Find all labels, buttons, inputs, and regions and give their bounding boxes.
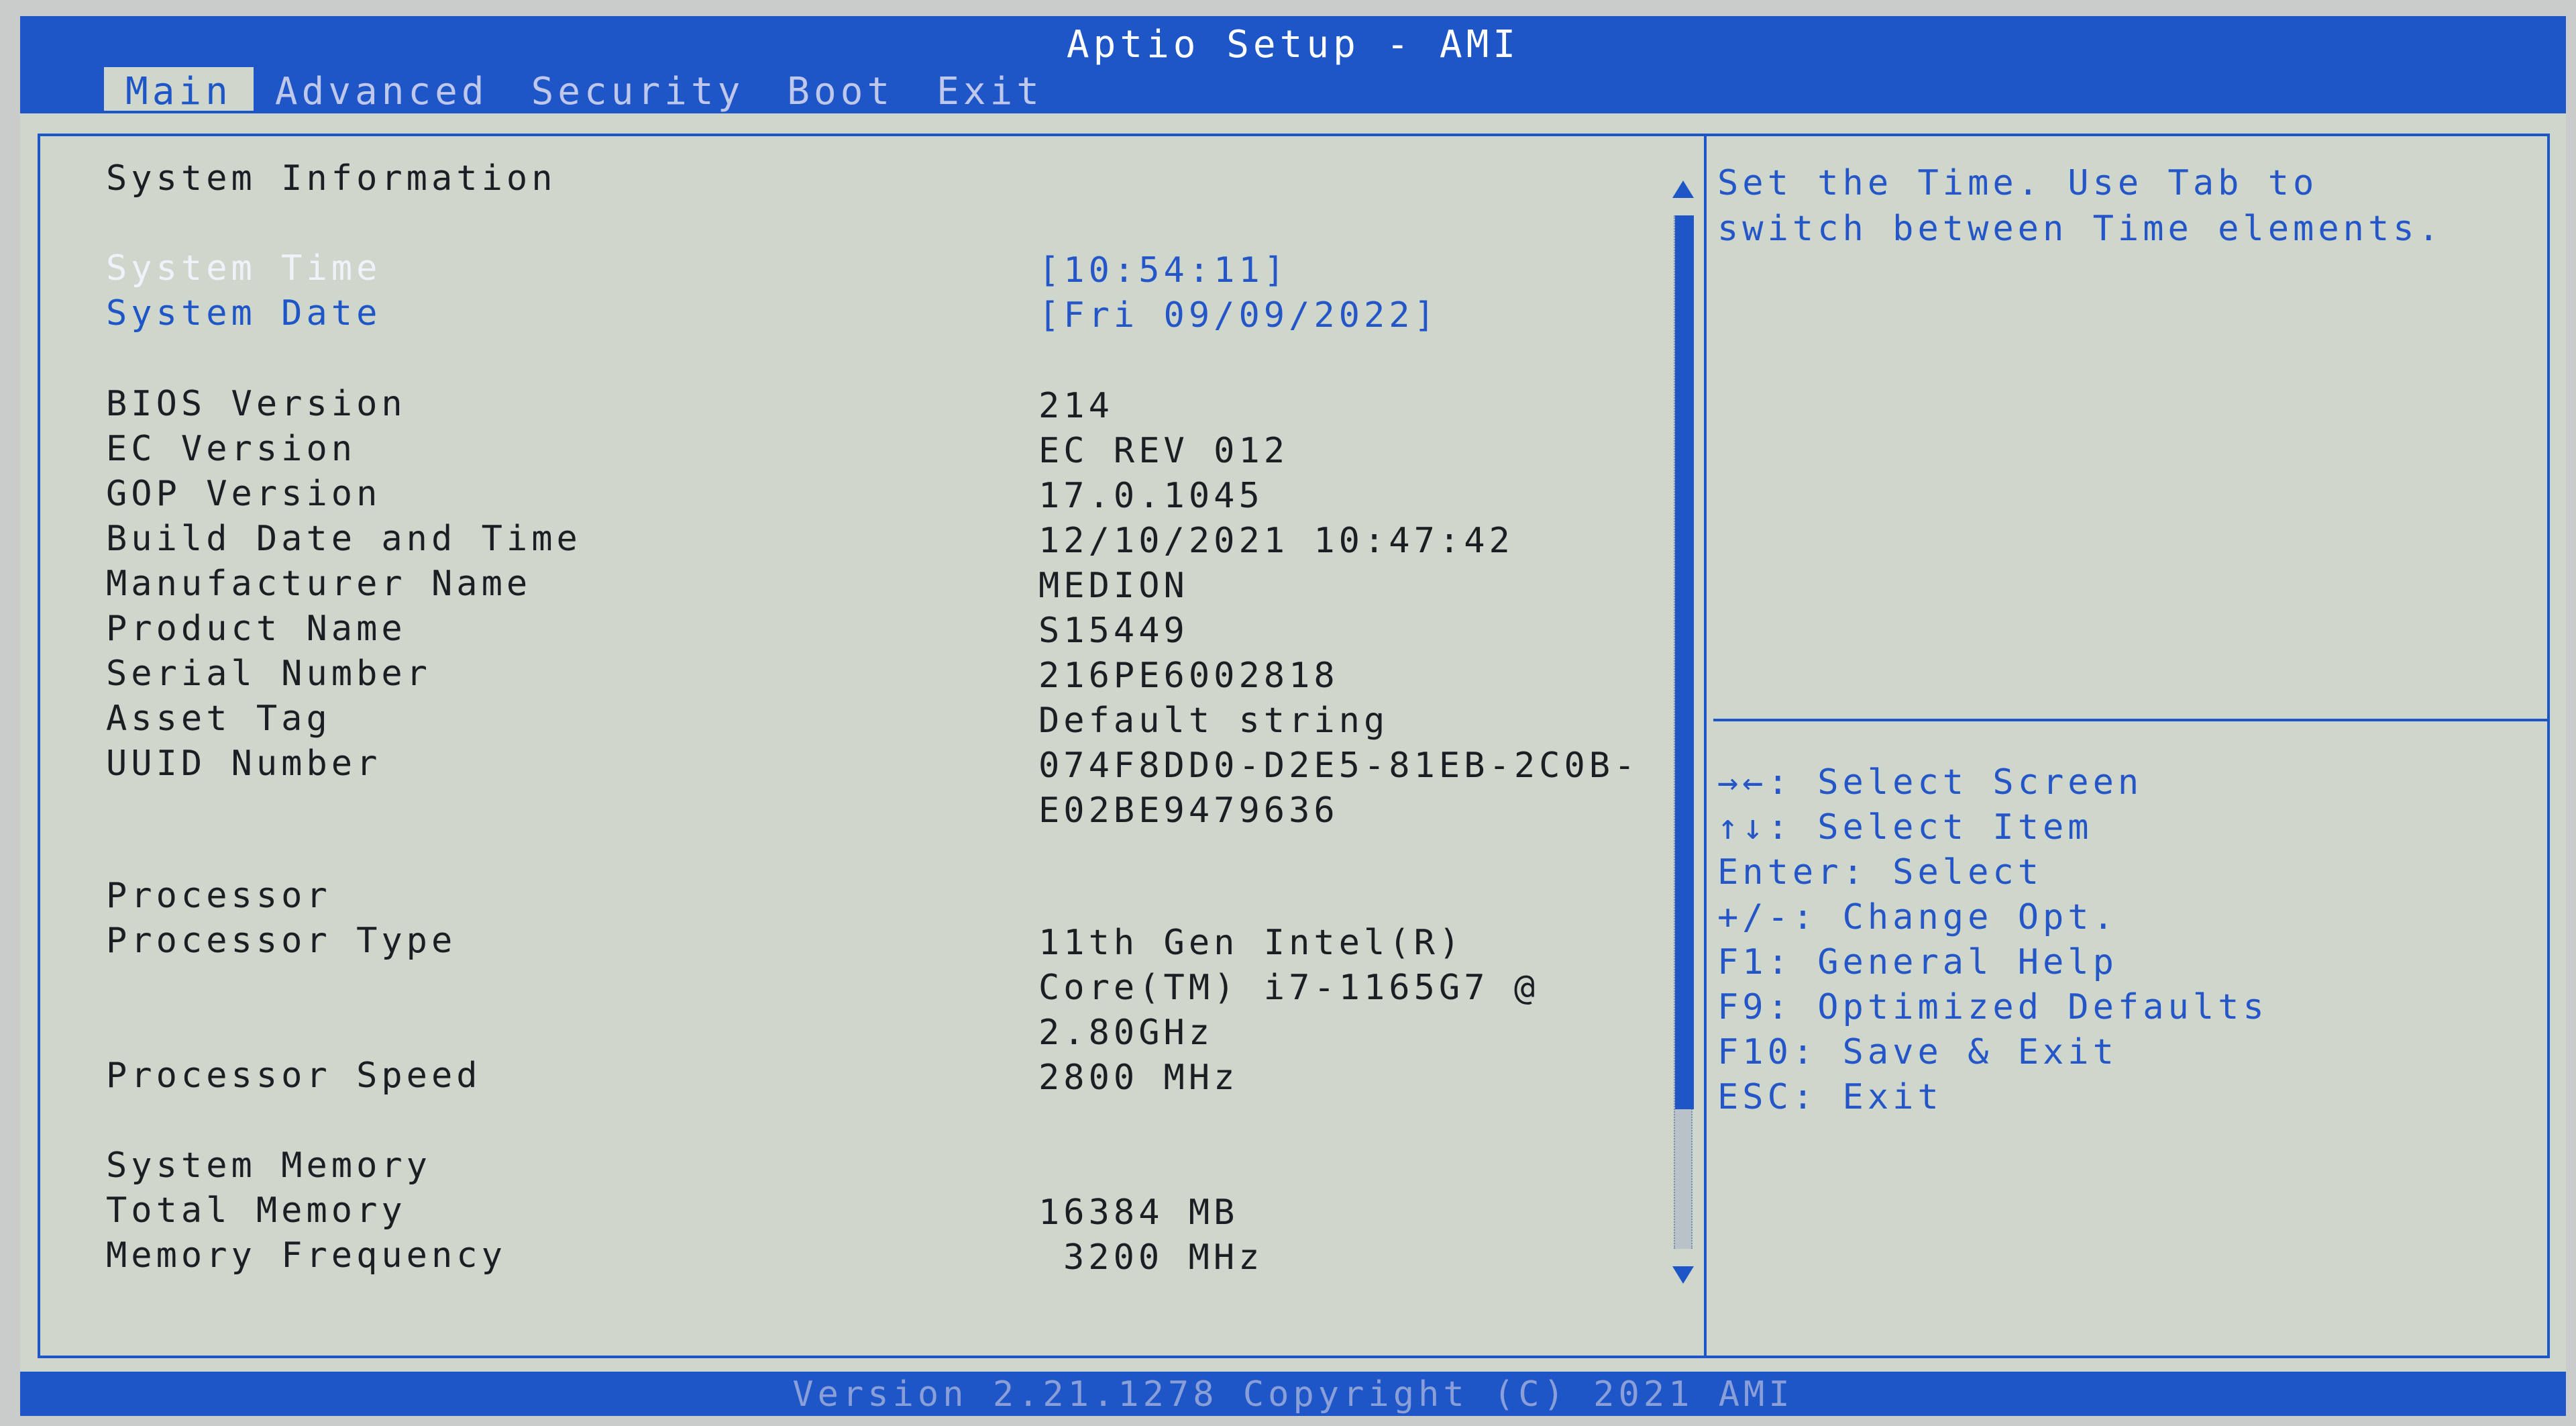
- scroll-up-arrow-icon[interactable]: [1672, 181, 1694, 198]
- product-name-value: S15449: [1038, 611, 1189, 651]
- uuid-value-line1: 074F8DD0-D2E5-81EB-2C0B-: [1038, 746, 1640, 786]
- processor-type-label: Processor Type: [106, 921, 457, 961]
- uuid-label: UUID Number: [106, 744, 382, 784]
- help-divider: [1713, 719, 2548, 721]
- tab-bar: Main Advanced Security Boot Exit: [104, 67, 1065, 113]
- section-system-information: System Information: [106, 158, 557, 199]
- processor-type-value-line2: Core(TM) i7-1165G7 @: [1038, 968, 1540, 1008]
- scroll-down-arrow-icon[interactable]: [1672, 1266, 1694, 1284]
- bios-screen: Aptio Setup - AMI Main Advanced Security…: [20, 16, 2566, 1416]
- help-key-f9: F9: Optimized Defaults: [1717, 987, 2268, 1027]
- tab-main[interactable]: Main: [104, 67, 254, 113]
- processor-speed-value: 2800 MHz: [1038, 1058, 1239, 1098]
- total-memory-value: 16384 MB: [1038, 1192, 1239, 1233]
- section-processor: Processor: [106, 876, 331, 916]
- processor-type-value-line1: 11th Gen Intel(R): [1038, 923, 1464, 963]
- memory-frequency-label: Memory Frequency: [106, 1235, 506, 1276]
- tab-boot[interactable]: Boot: [765, 67, 915, 113]
- tab-security[interactable]: Security: [510, 67, 766, 113]
- bios-version-value: 214: [1038, 386, 1114, 426]
- scrollbar[interactable]: [1672, 181, 1694, 1286]
- asset-tag-value: Default string: [1038, 701, 1389, 741]
- memory-frequency-value: 3200 MHz: [1063, 1237, 1264, 1278]
- system-date-label[interactable]: System Date: [106, 293, 381, 334]
- help-key-f10: F10: Save & Exit: [1717, 1032, 2118, 1072]
- system-time-label[interactable]: System Time: [106, 248, 381, 289]
- title-bar: Aptio Setup - AMI Main Advanced Security…: [20, 16, 2566, 113]
- system-time-value[interactable]: [10:54:11]: [1038, 250, 1289, 291]
- footer-bar: Version 2.21.1278 Copyright (C) 2021 AMI: [20, 1372, 2566, 1416]
- help-key-f1: F1: General Help: [1717, 942, 2118, 982]
- scroll-track[interactable]: [1674, 215, 1694, 1249]
- help-description: Set the Time. Use Tab to switch between …: [1717, 160, 2443, 252]
- asset-tag-label: Asset Tag: [106, 699, 331, 739]
- processor-type-value-line3: 2.80GHz: [1038, 1013, 1214, 1053]
- build-date-value: 12/10/2021 10:47:42: [1038, 521, 1514, 561]
- gop-version-label: GOP Version: [106, 474, 382, 514]
- tab-advanced[interactable]: Advanced: [254, 67, 510, 113]
- product-name-label: Product Name: [106, 609, 407, 649]
- processor-speed-label: Processor Speed: [106, 1056, 482, 1096]
- serial-number-value: 216PE6002818: [1038, 656, 1339, 696]
- panel-divider: [1704, 134, 1707, 1358]
- gop-version-value: 17.0.1045: [1038, 476, 1264, 516]
- system-date-value[interactable]: [Fri 09/09/2022]: [1038, 295, 1439, 336]
- bios-version-label: BIOS Version: [106, 384, 407, 424]
- total-memory-label: Total Memory: [106, 1190, 407, 1231]
- help-key-enter: Enter: Select: [1717, 852, 2043, 893]
- help-key-select-screen: →←: Select Screen: [1717, 762, 2143, 803]
- build-date-label: Build Date and Time: [106, 519, 582, 559]
- manufacturer-value: MEDION: [1038, 566, 1189, 606]
- help-key-select-item: ↑↓: Select Item: [1717, 807, 2093, 848]
- scroll-thumb[interactable]: [1675, 215, 1694, 1109]
- help-description-line2: switch between Time elements.: [1717, 209, 2443, 249]
- section-system-memory: System Memory: [106, 1145, 431, 1186]
- ec-version-label: EC Version: [106, 429, 357, 469]
- uuid-value-line2: E02BE9479636: [1038, 791, 1339, 831]
- manufacturer-label: Manufacturer Name: [106, 564, 532, 604]
- arrow-up-down-icon: ↑↓:: [1717, 807, 1792, 848]
- arrow-left-right-icon: →←:: [1717, 762, 1792, 803]
- footer-version-text: Version 2.21.1278 Copyright (C) 2021 AMI: [792, 1374, 1794, 1415]
- help-key-esc: ESC: Exit: [1717, 1077, 1943, 1117]
- help-description-line1: Set the Time. Use Tab to: [1717, 163, 2318, 203]
- ec-version-value: EC REV 012: [1038, 431, 1289, 471]
- serial-number-label: Serial Number: [106, 654, 431, 694]
- help-key-change-opt: +/-: Change Opt.: [1717, 897, 2118, 937]
- app-title: Aptio Setup - AMI: [1066, 23, 1520, 66]
- tab-exit[interactable]: Exit: [915, 67, 1065, 113]
